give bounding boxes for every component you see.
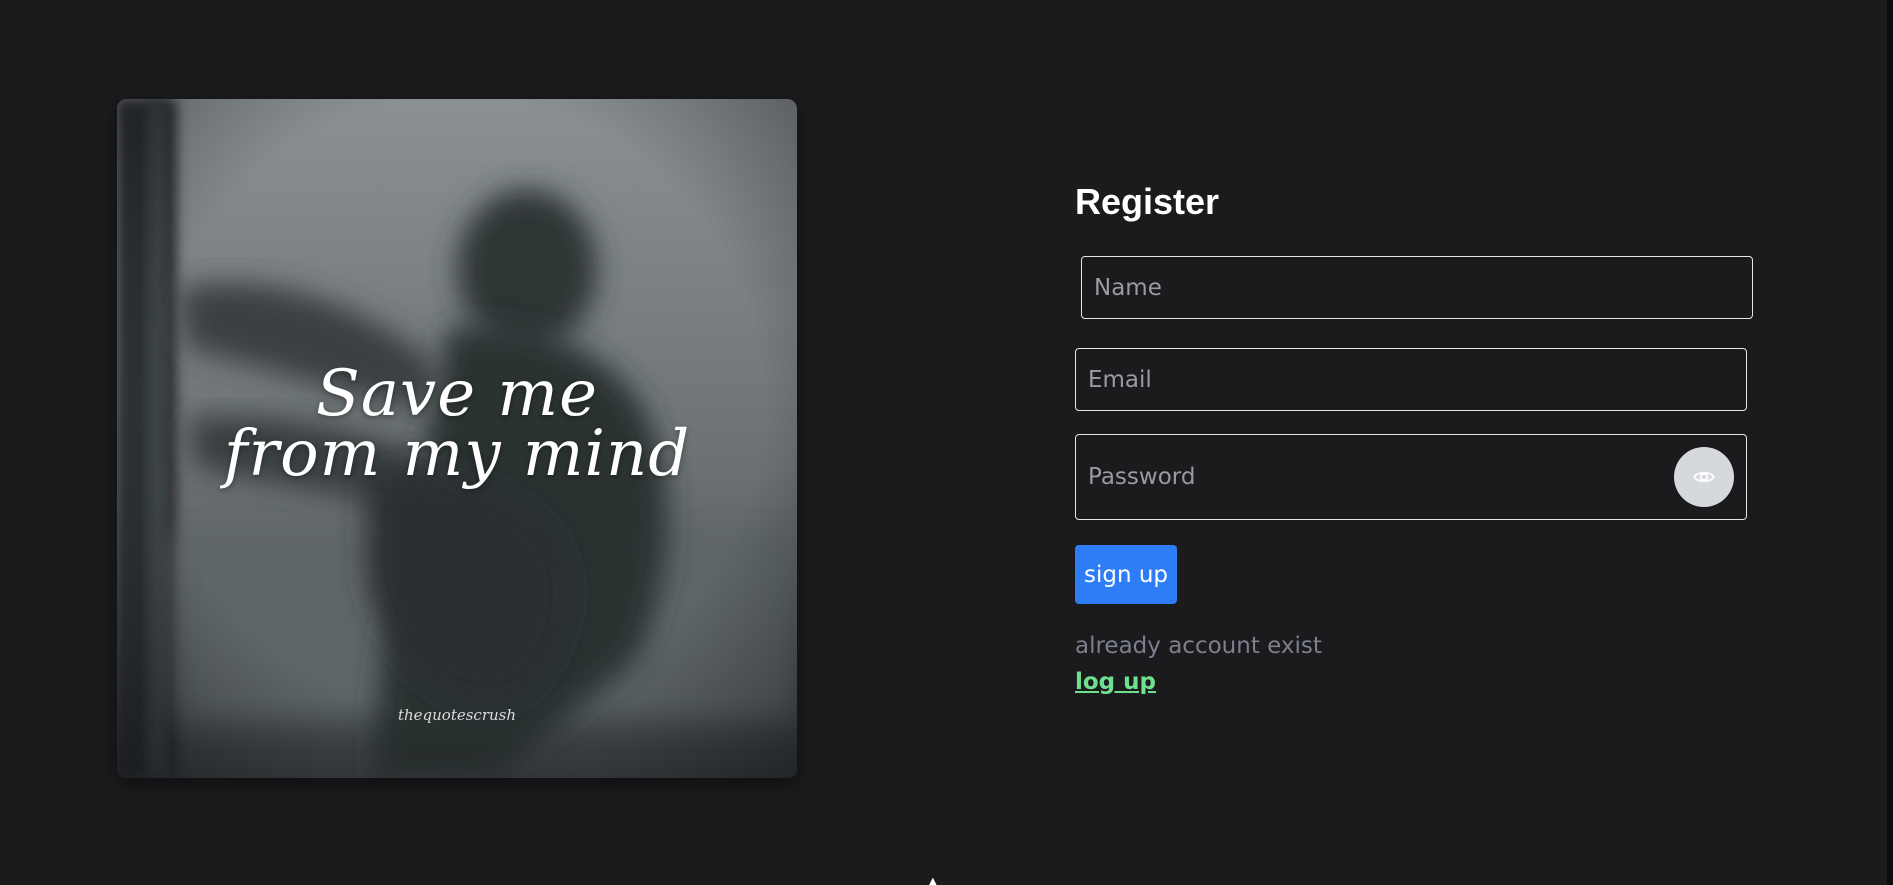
password-field-group <box>1075 434 1747 520</box>
log-in-link[interactable]: log up <box>1075 669 1156 695</box>
name-input[interactable] <box>1081 256 1753 319</box>
hero-image: Save me from my mind thequotescrush <box>117 99 797 778</box>
login-hint-text: already account exist <box>1075 633 1322 659</box>
register-page: Save me from my mind thequotescrush Regi… <box>0 0 1893 885</box>
password-input[interactable] <box>1076 435 1656 519</box>
quote-line-2: from my mind <box>223 417 691 491</box>
form-title: Register <box>1075 181 1220 222</box>
page-scrollbar[interactable] <box>1887 0 1893 885</box>
image-watermark: thequotescrush <box>397 706 517 724</box>
email-input[interactable] <box>1075 348 1747 411</box>
eye-icon <box>1693 471 1715 483</box>
toggle-password-button[interactable] <box>1674 447 1734 507</box>
sign-up-button[interactable]: sign up <box>1075 545 1177 604</box>
mouse-cursor-icon: ▲ <box>929 876 937 885</box>
